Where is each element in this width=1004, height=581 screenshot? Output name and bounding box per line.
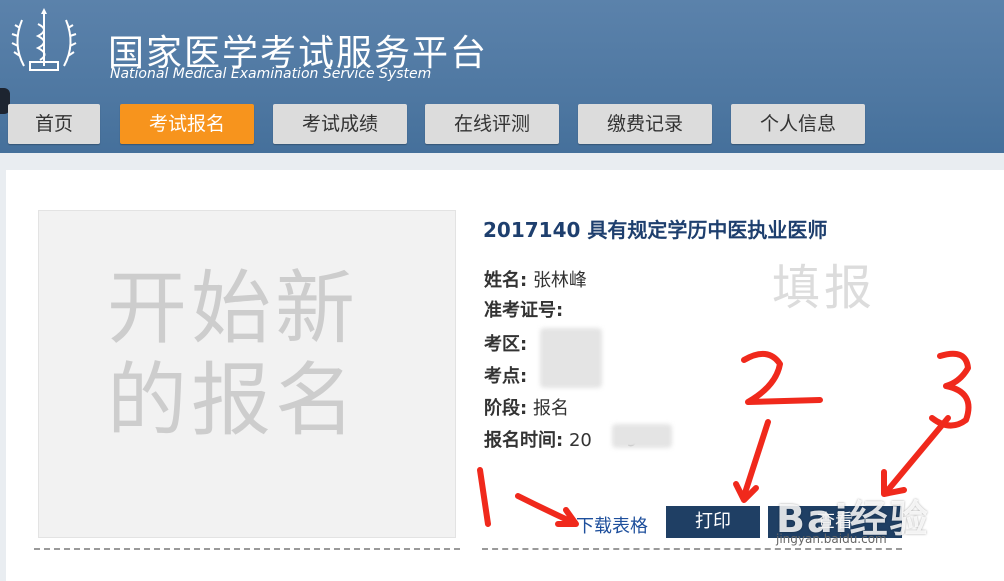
main-nav: 首页 考试报名 考试成绩 在线评测 缴费记录 个人信息	[0, 104, 1004, 148]
divider	[482, 548, 902, 550]
divider	[34, 548, 460, 550]
field-label: 准考证号:	[484, 300, 564, 321]
tab-online-assessment[interactable]: 在线评测	[425, 104, 559, 144]
field-name: 姓名: 张林峰	[484, 266, 587, 292]
field-label: 阶段:	[484, 398, 528, 419]
field-value: 张林峰	[532, 270, 587, 291]
tab-personal-info[interactable]: 个人信息	[731, 104, 865, 144]
exam-title: 2017140 具有规定学历中医执业医师	[483, 218, 828, 242]
site-header: 国家医学考试服务平台 National Medical Examination …	[0, 0, 1004, 153]
field-value: 报名	[532, 398, 569, 419]
start-new-registration-card[interactable]: 开始新的报名	[38, 210, 456, 538]
annotation-number: 1	[482, 529, 483, 531]
field-stage: 阶段: 报名	[484, 394, 569, 420]
field-label: 报名时间:	[484, 430, 564, 451]
field-exam-region: 考区:	[484, 330, 527, 356]
field-ticket-number: 准考证号:	[484, 296, 563, 322]
start-new-registration-label: 开始新的报名	[107, 262, 359, 447]
tab-exam-registration[interactable]: 考试报名	[120, 104, 254, 144]
field-label: 考区:	[484, 334, 528, 355]
tab-home[interactable]: 首页	[8, 104, 100, 144]
download-form-link[interactable]: 下载表格	[576, 512, 648, 538]
annotation-number: 3	[936, 419, 937, 421]
print-button[interactable]: 打印	[666, 506, 760, 538]
tab-payment-records[interactable]: 缴费记录	[578, 104, 712, 144]
annotation-number: 2	[746, 399, 747, 401]
redacted-value	[540, 328, 602, 388]
field-label: 姓名:	[484, 270, 528, 291]
field-exam-site: 考点:	[484, 362, 527, 388]
main-content: 开始新的报名 2017140 具有规定学历中医执业医师 填报 姓名: 张林峰 准…	[6, 170, 1004, 581]
medical-emblem-logo	[8, 4, 80, 84]
site-subtitle: National Medical Examination Service Sys…	[110, 66, 432, 82]
redacted-value	[612, 424, 672, 448]
tab-exam-scores[interactable]: 考试成绩	[273, 104, 407, 144]
status-stamp: 填报	[772, 260, 877, 316]
watermark-url: jingyan.baidu.com	[776, 532, 887, 546]
field-label: 考点:	[484, 366, 528, 387]
